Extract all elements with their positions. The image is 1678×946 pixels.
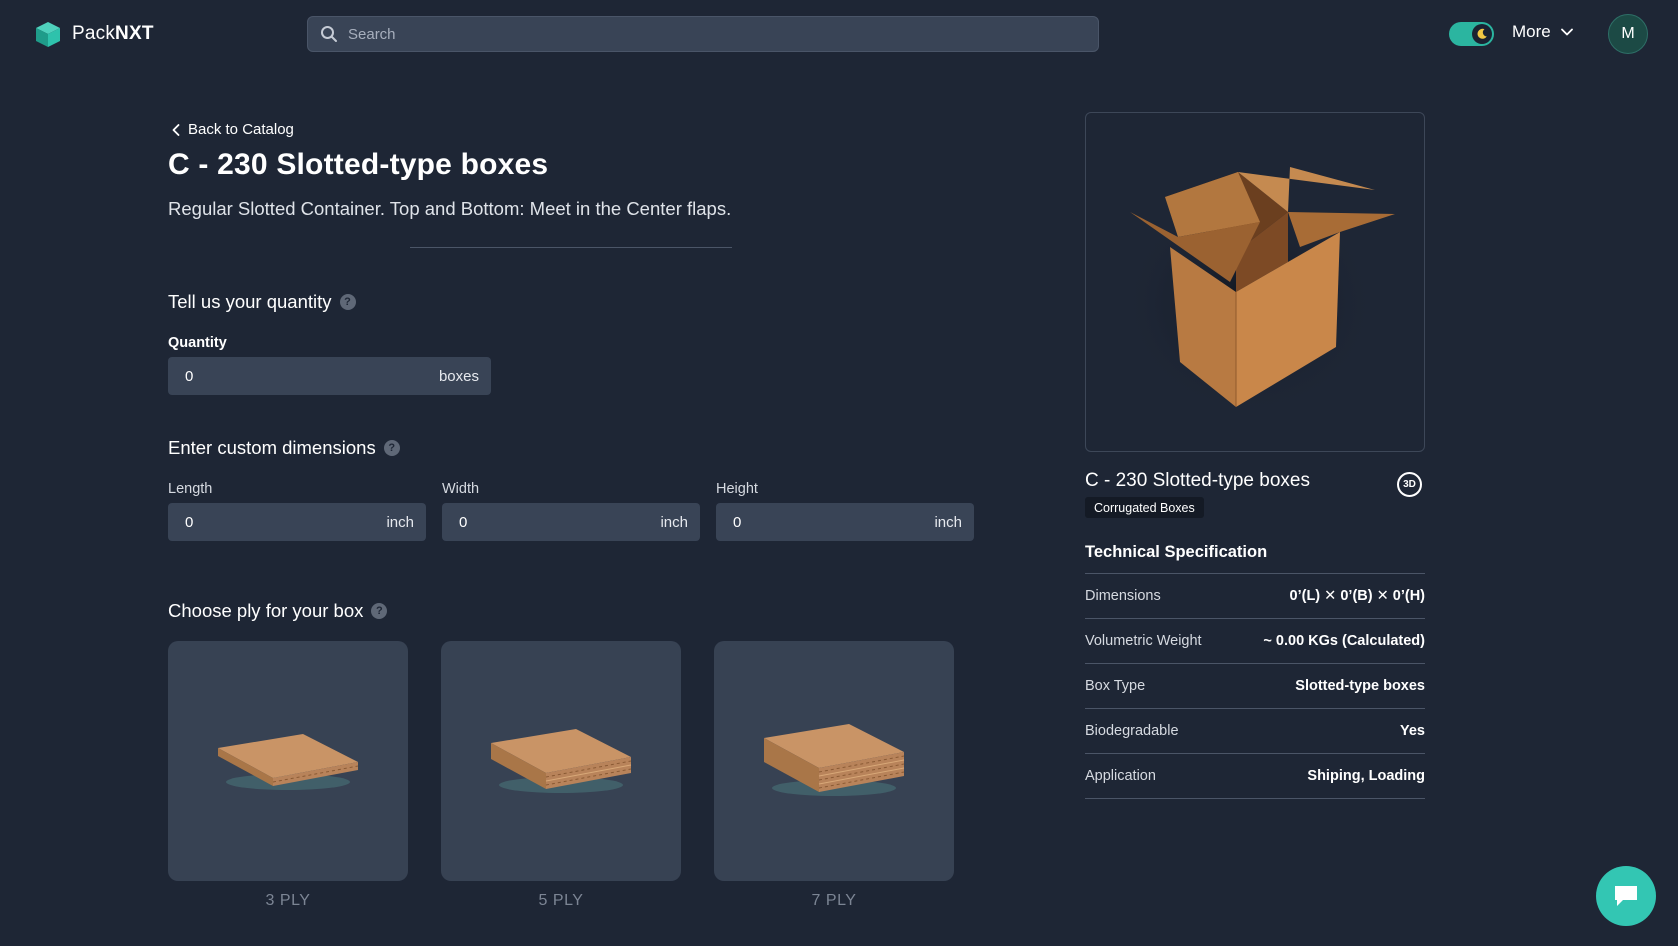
theme-toggle[interactable] (1449, 22, 1494, 46)
quantity-field[interactable]: boxes (168, 357, 491, 395)
more-menu-button[interactable]: More (1512, 22, 1573, 42)
top-navbar: PackNXT More M (0, 0, 1678, 68)
ply-label-5: 5 PLY (538, 892, 584, 909)
help-icon[interactable]: ? (339, 294, 356, 310)
ply-option-3[interactable] (168, 641, 408, 881)
brand-name: PackNXT (72, 23, 154, 44)
spec-key: Box Type (1085, 678, 1146, 694)
spec-value: 0’(L) ✕ 0’(B) ✕ 0’(H) (1289, 588, 1425, 604)
width-input[interactable] (459, 513, 597, 531)
spec-row: Volumetric Weight ~ 0.00 KGs (Calculated… (1085, 619, 1425, 664)
theme-toggle-knob (1472, 24, 1492, 44)
spec-row: Biodegradable Yes (1085, 709, 1425, 754)
dimensions-section-title: Enter custom dimensions ? (168, 437, 400, 459)
more-menu-label: More (1512, 22, 1551, 41)
cardboard-3-ply-image (218, 734, 359, 790)
ply-label-3: 3 PLY (265, 892, 311, 909)
spec-key: Volumetric Weight (1085, 633, 1202, 649)
spec-row: Box Type Slotted-type boxes (1085, 664, 1425, 709)
spec-value: ~ 0.00 KGs (Calculated) (1263, 633, 1425, 649)
quantity-label: Quantity (168, 335, 227, 351)
width-field[interactable]: inch (442, 503, 700, 541)
height-input[interactable] (733, 513, 871, 531)
chevron-down-icon (1560, 28, 1573, 36)
spec-key: Dimensions (1085, 588, 1161, 604)
spec-row: Application Shiping, Loading (1085, 754, 1425, 799)
logo-cube-icon (36, 22, 60, 47)
back-link-label: Back to Catalog (188, 121, 294, 138)
spec-key: Biodegradable (1085, 723, 1179, 739)
spec-row: Dimensions 0’(L) ✕ 0’(B) ✕ 0’(H) (1085, 574, 1425, 619)
help-icon[interactable]: ? (383, 440, 400, 456)
ply-section-title: Choose ply for your box ? (168, 600, 388, 622)
user-avatar[interactable]: M (1608, 14, 1648, 54)
open-cardboard-box-image (1120, 167, 1395, 407)
cardboard-7-ply-image (764, 724, 905, 796)
product-name: C - 230 Slotted-type boxes (1085, 470, 1310, 491)
width-label: Width (442, 481, 480, 497)
help-icon[interactable]: ? (371, 603, 388, 619)
quantity-input[interactable] (185, 367, 362, 385)
height-field[interactable]: inch (716, 503, 974, 541)
ply-option-7[interactable] (714, 641, 954, 881)
spec-table: Dimensions 0’(L) ✕ 0’(B) ✕ 0’(H) Volumet… (1085, 573, 1425, 799)
width-unit: inch (660, 513, 688, 531)
product-image-frame[interactable] (1085, 112, 1425, 452)
brand-logo[interactable]: PackNXT (34, 20, 154, 48)
page-subtitle: Regular Slotted Container. Top and Botto… (168, 198, 732, 219)
view-3d-button[interactable]: 3D (1397, 472, 1422, 497)
moon-icon (1477, 28, 1487, 39)
chat-button[interactable] (1596, 866, 1656, 926)
spec-value: Yes (1400, 723, 1425, 739)
height-label: Height (716, 481, 758, 497)
spec-value: Slotted-type boxes (1295, 678, 1425, 694)
search-icon (321, 26, 337, 42)
ply-section-label: Choose ply for your box (168, 600, 364, 621)
length-field[interactable]: inch (168, 503, 426, 541)
dimensions-section-label: Enter custom dimensions (168, 437, 376, 458)
ply-label-7: 7 PLY (811, 892, 857, 909)
length-input[interactable] (185, 513, 323, 531)
quantity-unit: boxes (438, 367, 479, 385)
height-unit: inch (934, 513, 962, 531)
ply-option-5[interactable] (441, 641, 681, 881)
chat-icon (1615, 886, 1637, 906)
category-badge: Corrugated Boxes (1085, 497, 1204, 518)
spec-value: Shiping, Loading (1307, 768, 1425, 784)
search-bar[interactable] (307, 16, 1099, 52)
length-label: Length (168, 481, 213, 497)
length-unit: inch (386, 513, 414, 531)
cardboard-5-ply-image (491, 729, 632, 793)
spec-key: Application (1085, 768, 1156, 784)
page-title: C - 230 Slotted-type boxes (168, 148, 549, 181)
chevron-left-icon (172, 123, 180, 136)
back-to-catalog-link[interactable]: Back to Catalog (172, 121, 294, 138)
quantity-section-label: Tell us your quantity (168, 291, 332, 312)
search-input[interactable] (348, 25, 1068, 43)
quantity-section-title: Tell us your quantity ? (168, 291, 356, 313)
spec-title: Technical Specification (1085, 543, 1268, 561)
section-divider (410, 247, 732, 248)
